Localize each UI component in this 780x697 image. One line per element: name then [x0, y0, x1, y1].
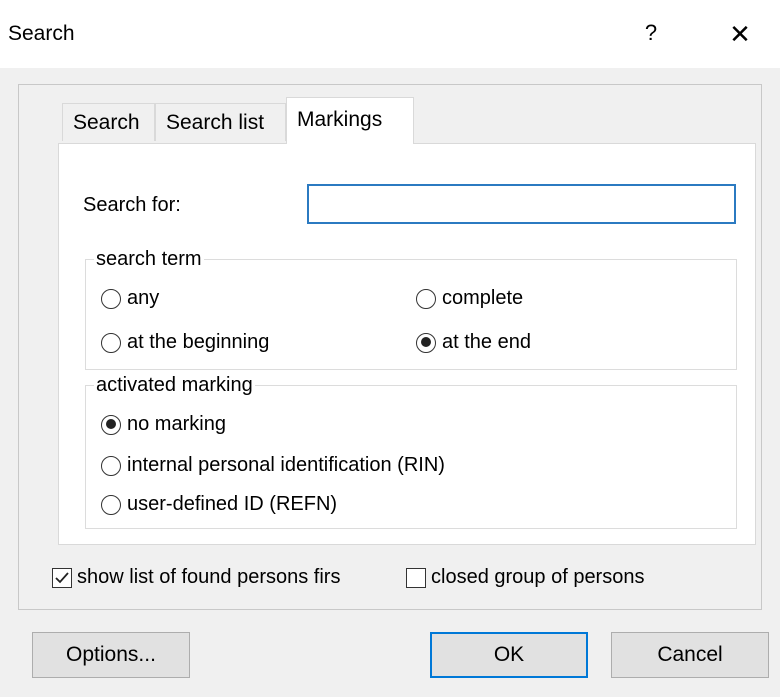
- tab-markings[interactable]: Markings: [286, 97, 414, 144]
- close-icon[interactable]: ✕: [718, 14, 762, 54]
- radio-complete-label: complete: [442, 287, 524, 309]
- options-button[interactable]: Options...: [32, 632, 190, 678]
- radio-any[interactable]: any: [101, 287, 159, 310]
- checkbox-closed-group-label: closed group of persons: [431, 566, 645, 588]
- checkbox-closed-group-box[interactable]: [406, 567, 426, 588]
- activated-marking-legend: activated marking: [96, 374, 253, 396]
- radio-no-marking-circle[interactable]: [101, 414, 121, 435]
- radio-any-circle[interactable]: [101, 288, 121, 309]
- search-term-legend: search term: [96, 248, 202, 270]
- radio-at-end-label: at the end: [442, 331, 531, 353]
- radio-any-label: any: [127, 287, 160, 309]
- checkmark-icon: [55, 571, 69, 583]
- window-title: Search: [8, 22, 75, 45]
- radio-at-beginning-circle[interactable]: [101, 332, 121, 353]
- radio-at-beginning-label: at the beginning: [127, 331, 270, 353]
- cancel-button[interactable]: Cancel: [611, 632, 769, 678]
- radio-complete-circle[interactable]: [416, 288, 436, 309]
- radio-no-marking[interactable]: no marking: [101, 413, 226, 436]
- radio-at-end-circle[interactable]: [416, 332, 436, 353]
- tab-search-list[interactable]: Search list: [155, 103, 286, 141]
- checkbox-show-list[interactable]: show list of found persons firs: [52, 566, 340, 589]
- radio-at-end[interactable]: at the end: [416, 331, 531, 354]
- radio-rin-label: internal personal identification (RIN): [127, 454, 445, 476]
- title-bar: Search ? ✕: [0, 0, 780, 68]
- radio-refn-label: user-defined ID (REFN): [127, 493, 338, 515]
- radio-at-beginning[interactable]: at the beginning: [101, 331, 269, 354]
- checkbox-show-list-box[interactable]: [52, 567, 72, 588]
- ok-button[interactable]: OK: [430, 632, 588, 678]
- radio-rin[interactable]: internal personal identification (RIN): [101, 454, 445, 477]
- search-input[interactable]: [307, 184, 736, 224]
- radio-refn-circle[interactable]: [101, 494, 121, 515]
- radio-refn[interactable]: user-defined ID (REFN): [101, 493, 337, 516]
- checkbox-show-list-label: show list of found persons firs: [77, 566, 341, 588]
- tab-search[interactable]: Search: [62, 103, 155, 141]
- radio-no-marking-label: no marking: [127, 413, 226, 435]
- help-button[interactable]: ?: [640, 20, 662, 50]
- radio-rin-circle[interactable]: [101, 455, 121, 476]
- search-for-label: Search for:: [83, 194, 181, 216]
- radio-complete[interactable]: complete: [416, 287, 523, 310]
- checkbox-closed-group[interactable]: closed group of persons: [406, 566, 644, 589]
